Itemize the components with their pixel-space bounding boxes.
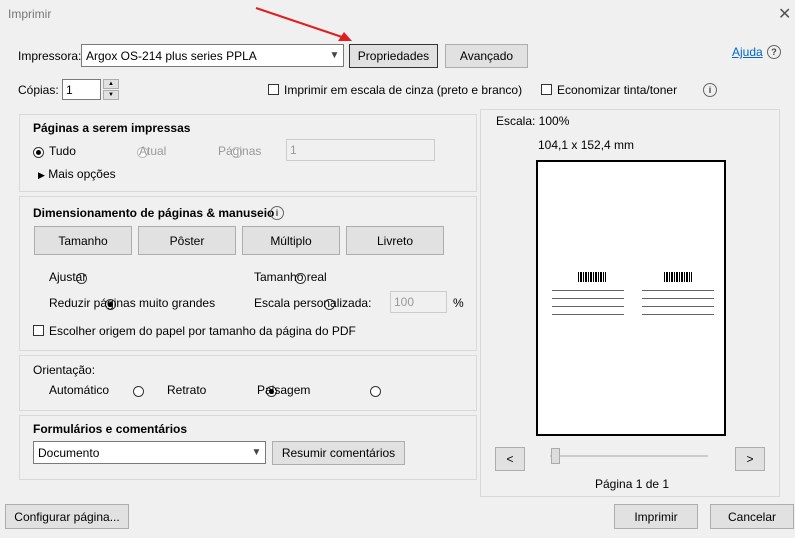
pages-range-label: Páginas [218,144,262,158]
forms-select[interactable]: Documento ▼ [33,441,266,464]
cancel-button[interactable]: Cancelar [710,504,794,529]
triangle-right-icon: ▶ [38,170,45,180]
print-button[interactable]: Imprimir [614,504,698,529]
chevron-down-icon: ▼ [329,50,340,61]
copies-down-button[interactable]: ▼ [103,90,119,100]
choose-source-checkbox[interactable] [33,325,44,336]
help-link[interactable]: Ajuda [732,45,763,59]
save-ink-checkbox[interactable] [541,84,552,95]
custom-scale-label: Escala personalizada: [254,296,372,310]
preview-scale: Escala: 100% [496,114,570,128]
properties-button[interactable]: Propriedades [349,44,438,68]
copies-input[interactable]: 1 [62,79,101,100]
printer-select-value: Argox OS-214 plus series PPLA [86,48,257,63]
barcode-icon [664,272,692,282]
summarize-comments-button[interactable]: Resumir comentários [272,441,405,465]
divider [552,290,624,291]
divider [642,314,714,315]
next-page-button[interactable]: > [735,447,765,471]
orientation-portrait-label: Retrato [167,383,207,397]
advanced-button[interactable]: Avançado [445,44,528,68]
orientation-auto-label: Automático [49,383,110,397]
page-setup-button[interactable]: Configurar página... [5,504,129,529]
divider [642,298,714,299]
chevron-down-icon: ▼ [251,447,262,458]
pages-all-label: Tudo [49,144,76,158]
tab-booklet[interactable]: Livreto [346,226,444,255]
page-slider-track[interactable] [550,455,708,457]
annotation-arrow-icon [255,7,352,41]
divider [552,298,624,299]
more-options-toggle[interactable]: ▶ Mais opções [38,167,116,181]
orientation-heading: Orientação: [33,363,96,377]
barcode-icon [578,272,606,282]
page-preview [536,160,726,436]
printer-select[interactable]: Argox OS-214 plus series PPLA ▼ [81,44,344,67]
custom-scale-input[interactable]: 100 [390,291,447,313]
divider [642,290,714,291]
sizing-heading: Dimensionamento de páginas & manuseio [33,206,275,220]
more-options-label: Mais opções [48,167,116,181]
save-ink-label: Economizar tinta/toner [557,83,678,97]
tab-size[interactable]: Tamanho [34,226,132,255]
info-icon[interactable]: i [270,206,284,220]
grayscale-label: Imprimir em escala de cinza (preto e bra… [284,83,523,97]
printer-label: Impressora: [18,49,82,63]
close-icon[interactable]: ✕ [778,4,791,24]
pages-heading: Páginas a serem impressas [33,121,191,135]
divider [552,306,624,307]
page-info: Página 1 de 1 [595,477,670,491]
copies-up-button[interactable]: ▲ [103,79,119,89]
grayscale-checkbox[interactable] [268,84,279,95]
prev-page-button[interactable]: < [495,447,525,471]
percent-label: % [453,296,464,310]
orientation-landscape-label: Paisagem [257,383,311,397]
window-title: Imprimir [8,7,52,21]
divider [552,314,624,315]
pages-current-label: Atual [139,144,167,158]
choose-source-label: Escolher origem do papel por tamanho da … [49,324,356,338]
chevron-up-icon: ▲ [108,81,114,87]
chevron-down-icon: ▼ [108,92,114,98]
preview-dimensions: 104,1 x 152,4 mm [538,138,635,152]
forms-heading: Formulários e comentários [33,422,188,436]
info-icon[interactable]: i [703,83,717,97]
page-slider-thumb[interactable] [551,448,560,464]
tab-poster[interactable]: Pôster [138,226,236,255]
actual-size-label: Tamanho real [254,270,327,284]
tab-multiple[interactable]: Múltiplo [242,226,340,255]
shrink-label: Reduzir páginas muito grandes [49,296,216,310]
pages-range-input[interactable]: 1 [286,139,435,161]
help-icon[interactable]: ? [767,45,781,59]
fit-label: Ajustar [49,270,87,284]
forms-select-value: Documento [38,445,100,460]
divider [642,306,714,307]
copies-label: Cópias: [18,83,59,97]
